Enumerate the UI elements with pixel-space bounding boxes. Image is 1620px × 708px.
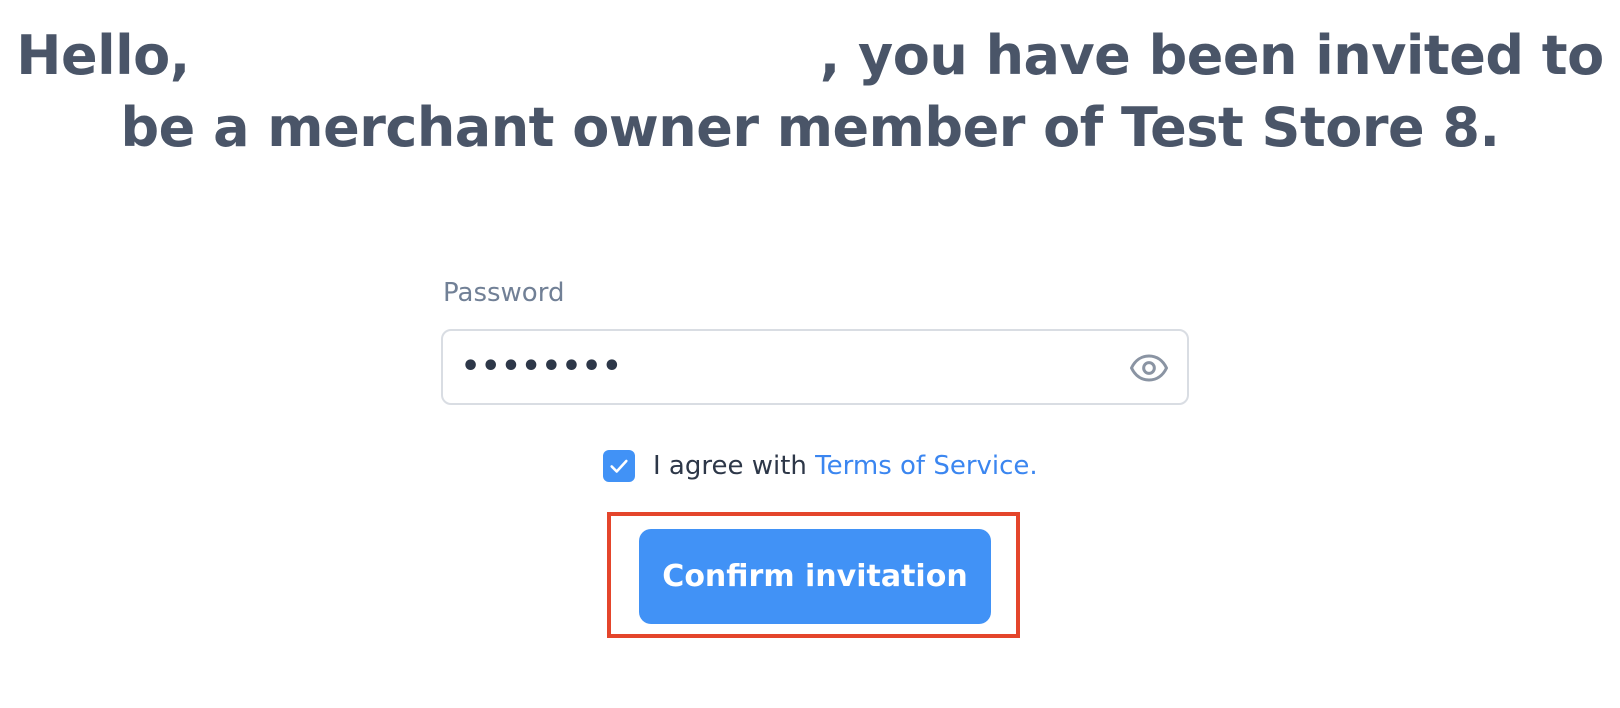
invited-text: , you have been invited to [819, 24, 1604, 87]
terms-agreement-row: I agree with Terms of Service. [603, 448, 1038, 484]
password-form: Password •••••••• [441, 275, 1191, 405]
invitation-heading: Hello, , you have been invited to be a me… [0, 20, 1620, 164]
greeting-text: Hello, [16, 24, 190, 87]
eye-icon[interactable] [1129, 348, 1169, 388]
check-icon [610, 459, 628, 473]
terms-agreement-text: I agree with Terms of Service. [653, 451, 1038, 481]
heading-line-1: Hello, , you have been invited to [0, 20, 1620, 92]
agree-label: I agree with [653, 451, 816, 481]
password-label: Password [443, 278, 565, 308]
terms-of-service-link[interactable]: Terms of Service. [815, 451, 1038, 481]
heading-line-2: be a merchant owner member of Test Store… [120, 96, 1500, 159]
invitation-page: Hello, , you have been invited to be a me… [0, 0, 1620, 708]
password-field[interactable]: •••••••• [441, 329, 1189, 405]
password-input[interactable]: •••••••• [461, 331, 622, 403]
invitee-name-blank [190, 64, 820, 74]
terms-checkbox[interactable] [603, 450, 635, 482]
confirm-invitation-button[interactable]: Confirm invitation [639, 529, 991, 624]
